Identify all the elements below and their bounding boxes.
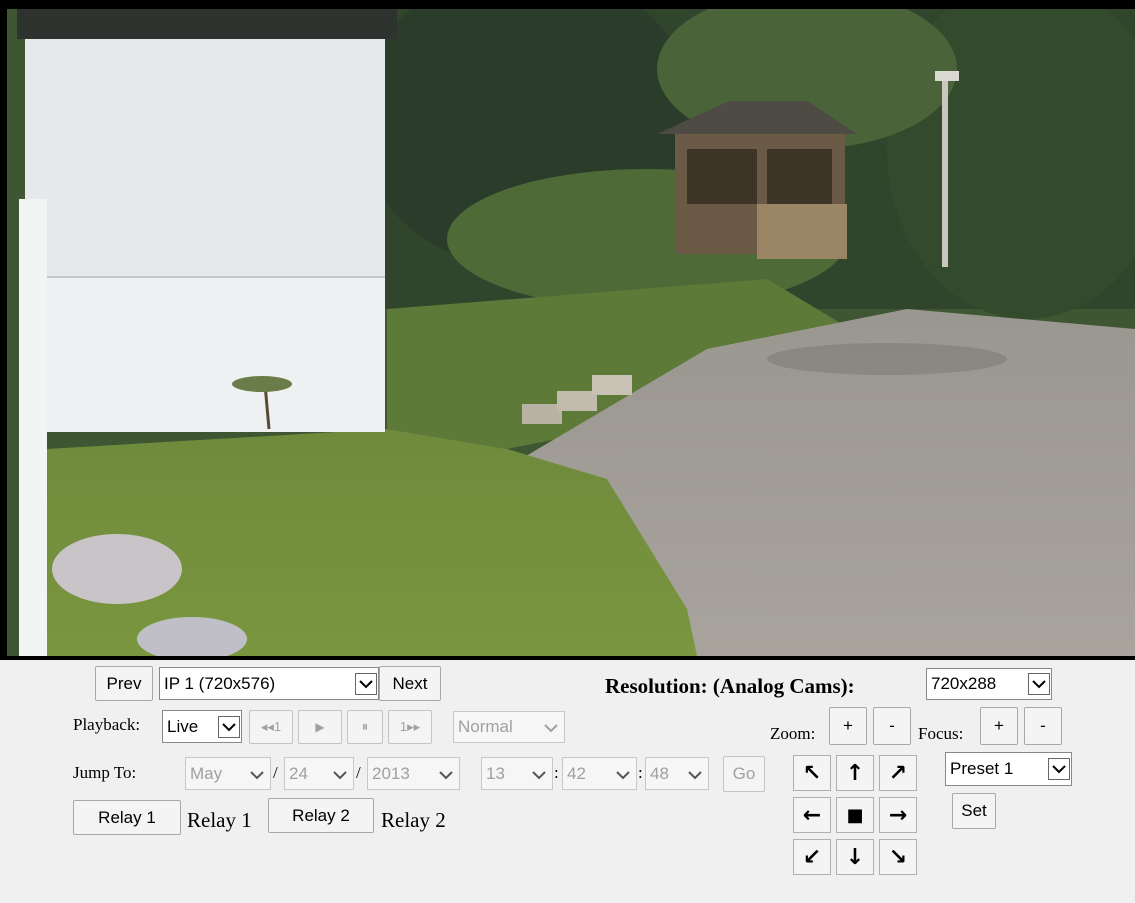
ptz-down-right-button[interactable]: ↘ [879, 839, 917, 875]
ptz-up-right-button[interactable]: ↗ [879, 755, 917, 791]
jump-year-select[interactable]: 2013 [367, 757, 460, 790]
ptz-down-button[interactable]: ↓ [836, 839, 874, 875]
chevron-down-icon [688, 765, 706, 783]
chevron-down-icon [355, 672, 377, 695]
ptz-down-left-button[interactable]: ↙ [793, 839, 831, 875]
camera-select-value: IP 1 (720x576) [164, 673, 276, 693]
ptz-right-button[interactable]: → [879, 797, 917, 833]
preset-select[interactable]: Preset 1 [945, 752, 1072, 786]
chevron-down-icon [218, 715, 240, 738]
focus-out-button[interactable]: - [1024, 707, 1062, 745]
chevron-down-icon [616, 765, 634, 783]
jump-minute-value: 42 [567, 763, 586, 783]
jump-to-label: Jump To: [73, 763, 137, 782]
relay-2-status: Relay 2 [381, 808, 446, 832]
focus-in-button[interactable]: + [980, 707, 1018, 745]
jump-day-select[interactable]: 24 [284, 757, 354, 790]
relay-1-button[interactable]: Relay 1 [73, 800, 181, 835]
rewind-button[interactable]: ◂◂1 [249, 710, 293, 744]
jump-second-select[interactable]: 48 [645, 757, 709, 790]
camera-scene-image [7, 9, 1135, 656]
focus-label: Focus: [918, 724, 964, 743]
zoom-out-button[interactable]: - [873, 707, 911, 745]
forward-button[interactable]: 1▸▸ [388, 710, 432, 744]
chevron-down-icon [544, 718, 562, 736]
playback-mode-select[interactable]: Live [162, 710, 242, 743]
pause-button[interactable]: ⏸ [347, 710, 383, 744]
video-feed [0, 0, 1135, 660]
playback-speed-value: Normal [458, 717, 513, 736]
zoom-in-button[interactable]: + [829, 707, 867, 745]
time-separator: : [638, 763, 643, 782]
go-button[interactable]: Go [723, 756, 765, 792]
resolution-select-value: 720x288 [931, 674, 997, 693]
preset-set-button[interactable]: Set [952, 793, 996, 829]
relay-2-button[interactable]: Relay 2 [268, 798, 374, 833]
chevron-down-icon [1028, 673, 1050, 695]
preset-select-value: Preset 1 [950, 759, 1014, 778]
camera-image [7, 9, 1135, 656]
playback-mode-value: Live [167, 716, 199, 736]
jump-hour-select[interactable]: 13 [481, 757, 553, 790]
jump-month-select[interactable]: May [185, 757, 271, 790]
chevron-down-icon [1048, 758, 1070, 780]
chevron-down-icon [439, 765, 457, 783]
camera-select[interactable]: IP 1 (720x576) [159, 667, 379, 700]
resolution-label: Resolution: (Analog Cams): [605, 674, 855, 698]
ptz-left-button[interactable]: ← [793, 797, 831, 833]
jump-hour-value: 13 [486, 763, 505, 783]
jump-minute-select[interactable]: 42 [562, 757, 637, 790]
chevron-down-icon [532, 765, 550, 783]
jump-second-value: 48 [650, 763, 669, 783]
ptz-stop-button[interactable]: ■ [836, 797, 874, 833]
ptz-up-button[interactable]: ↑ [836, 755, 874, 791]
time-separator: : [554, 763, 559, 782]
chevron-down-icon [333, 765, 351, 783]
date-separator: / [356, 763, 361, 782]
resolution-select[interactable]: 720x288 [926, 668, 1052, 700]
playback-speed-select[interactable]: Normal [453, 711, 565, 743]
relay-1-status: Relay 1 [187, 808, 252, 832]
zoom-label: Zoom: [770, 724, 816, 743]
date-separator: / [273, 763, 278, 782]
ptz-up-left-button[interactable]: ↖ [793, 755, 831, 791]
next-camera-button[interactable]: Next [379, 666, 441, 701]
chevron-down-icon [250, 765, 268, 783]
jump-day-value: 24 [289, 763, 308, 783]
jump-month-value: May [190, 763, 223, 783]
play-button[interactable]: ▶ [298, 710, 342, 744]
prev-camera-button[interactable]: Prev [95, 666, 153, 701]
jump-year-value: 2013 [372, 763, 410, 783]
playback-label: Playback: [73, 715, 141, 734]
